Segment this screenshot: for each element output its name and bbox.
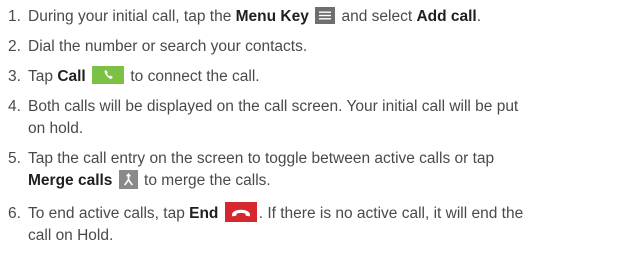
step-number: 2. [8, 38, 21, 55]
step-number: 1. [8, 8, 21, 25]
step-text: To end active calls, tap [28, 205, 190, 222]
step-5: 5. Tap the call entry on the screen to to… [8, 148, 614, 192]
step-text: to connect the call. [126, 68, 260, 85]
step-number: 5. [8, 150, 21, 167]
instruction-steps: 1. During your initial call, tap the Menu… [0, 0, 620, 268]
phone-call-icon [92, 66, 125, 84]
step-text-continued: call on Hold. [28, 227, 114, 244]
step-text-continued: on hold. [28, 120, 84, 137]
step-2: 2. Dial the number or search your contact… [8, 36, 614, 58]
step-1: 1. During your initial call, tap the Menu… [8, 6, 614, 28]
step-text: During your initial call, tap the [28, 8, 236, 25]
menu-key-label: Menu Key [235, 8, 309, 25]
step-text: Dial the number or search your contacts. [28, 38, 308, 55]
add-call-label: Add call [416, 8, 477, 25]
step-6: 6. To end active calls, tap End . If ther… [8, 202, 614, 247]
step-4: 4. Both calls will be displayed on the ca… [8, 96, 614, 140]
call-label: Call [57, 68, 86, 85]
step-number: 4. [8, 98, 21, 115]
step-number: 6. [8, 205, 21, 222]
step-text: . [476, 8, 482, 25]
step-number: 3. [8, 68, 21, 85]
step-3: 3. Tap Call to connect the call. [8, 66, 614, 88]
end-label: End [189, 205, 219, 222]
step-text: to merge the calls. [139, 172, 271, 189]
step-text: Both calls will be displayed on the call… [28, 98, 519, 115]
step-text: and select [337, 8, 417, 25]
end-call-icon [224, 202, 257, 222]
merge-calls-label: Merge calls [28, 172, 113, 189]
step-text: Tap [28, 68, 58, 85]
step-text: Tap the call entry on the screen to togg… [28, 150, 495, 167]
step-text: . If there is no active call, it will en… [258, 205, 524, 222]
merge-icon [118, 170, 138, 189]
menu-icon [315, 7, 336, 24]
